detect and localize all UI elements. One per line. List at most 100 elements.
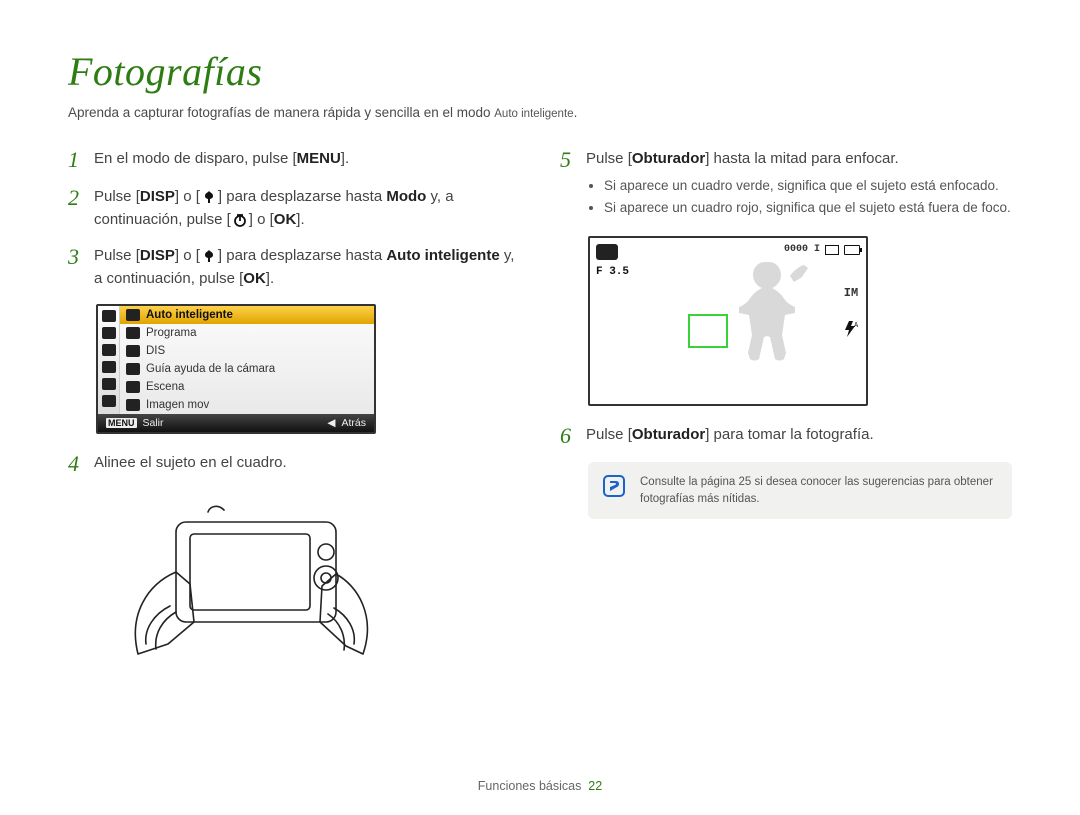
step-body: En el modo de disparo, pulse [MENU]. <box>94 148 520 172</box>
menu-button-label: MENU <box>297 150 341 167</box>
menu-list: Auto inteligente Programa DIS Guía ayuda… <box>120 306 374 414</box>
menu-item-icon <box>126 399 140 411</box>
menu-item: Programa <box>120 324 374 342</box>
timer-icon <box>231 213 249 227</box>
ok-button-label: OK <box>274 211 297 228</box>
memory-icon <box>825 245 839 255</box>
menu-footer-left: MENU Salir <box>106 417 164 429</box>
disp-button-label: DISP <box>140 247 175 264</box>
step-body: Pulse [DISP] o [] para desplazarse hasta… <box>94 245 520 290</box>
menu-footer: MENU Salir ◀ Atrás <box>98 414 374 432</box>
mode-icon <box>596 244 618 260</box>
footer-section: Funciones básicas <box>478 779 582 793</box>
content-columns: 1 En el modo de disparo, pulse [MENU]. 2… <box>68 148 1012 669</box>
macro-icon <box>200 249 218 263</box>
tip-note: Consulte la página 25 si desea conocer l… <box>588 462 1012 518</box>
step-text: ] o [ <box>175 188 200 205</box>
step-text: ] o [ <box>175 247 200 264</box>
step-number: 5 <box>560 148 586 222</box>
step-text: ] o [ <box>249 211 274 228</box>
bullet: Si aparece un cuadro verde, significa qu… <box>604 177 1012 196</box>
step-4: 4 Alinee el sujeto en el cuadro. <box>68 452 520 476</box>
menu-category-icons <box>98 306 120 414</box>
info-icon <box>602 474 626 498</box>
counter-value: 0000 I <box>784 244 820 255</box>
step-text: En el modo de disparo, pulse [ <box>94 150 297 167</box>
camera-hands-illustration <box>98 494 520 669</box>
menu-item-icon <box>126 309 140 321</box>
person-silhouette <box>720 256 810 396</box>
step-2: 2 Pulse [DISP] o [] para desplazarse has… <box>68 186 520 231</box>
flash-auto-icon: A <box>842 320 860 338</box>
menu-footer-right: ◀ Atrás <box>327 417 366 429</box>
menu-category-icon <box>102 378 116 390</box>
bullet: Si aparece un cuadro rojo, significa que… <box>604 199 1012 218</box>
menu-category-icon <box>102 395 116 407</box>
footer-page-number: 22 <box>588 779 602 793</box>
step-body: Pulse [Obturador] para tomar la fotograf… <box>586 424 1012 448</box>
menu-category-icon <box>102 310 116 322</box>
bold-auto-inteligente: Auto inteligente <box>386 247 499 264</box>
svg-text:A: A <box>854 321 859 329</box>
step-number: 2 <box>68 186 94 231</box>
step-number: 6 <box>560 424 586 448</box>
menu-item: Imagen mov <box>120 396 374 414</box>
macro-icon <box>200 190 218 204</box>
step-5-bullets: Si aparece un cuadro verde, significa qu… <box>586 177 1012 219</box>
menu-item: Guía ayuda de la cámara <box>120 360 374 378</box>
step-text: ]. <box>266 270 274 287</box>
mode-menu-screenshot: Auto inteligente Programa DIS Guía ayuda… <box>96 304 376 434</box>
menu-footer-exit: Salir <box>143 417 164 429</box>
step-body: Pulse [Obturador] hasta la mitad para en… <box>586 148 1012 222</box>
note-text: Consulte la página 25 si desea conocer l… <box>640 474 998 506</box>
step-6: 6 Pulse [Obturador] para tomar la fotogr… <box>560 424 1012 448</box>
menu-footer-tag: MENU <box>106 418 137 428</box>
menu-item-icon <box>126 363 140 375</box>
left-column: 1 En el modo de disparo, pulse [MENU]. 2… <box>68 148 520 669</box>
ok-button-label: OK <box>243 270 266 287</box>
step-number: 1 <box>68 148 94 172</box>
top-right-status: 0000 I <box>784 244 860 255</box>
menu-item: DIS <box>120 342 374 360</box>
focus-indicator-box <box>688 314 728 348</box>
step-text: Pulse [ <box>586 150 632 167</box>
menu-category-icon <box>102 344 116 356</box>
menu-item-label: Programa <box>146 327 197 339</box>
page-title: Fotografías <box>68 48 1012 95</box>
page: Fotografías Aprenda a capturar fotografí… <box>0 0 1080 709</box>
menu-category-icon <box>102 361 116 373</box>
step-body: Alinee el sujeto en el cuadro. <box>94 452 520 476</box>
right-column: 5 Pulse [Obturador] hasta la mitad para … <box>560 148 1012 669</box>
shutter-label: Obturador <box>632 426 705 443</box>
step-text: ]. <box>296 211 304 228</box>
intro-before: Aprenda a capturar fotografías de manera… <box>68 105 494 120</box>
step-3: 3 Pulse [DISP] o [] para desplazarse has… <box>68 245 520 290</box>
menu-item-label: Auto inteligente <box>146 309 233 321</box>
step-text: Pulse [ <box>586 426 632 443</box>
step-body: Pulse [DISP] o [] para desplazarse hasta… <box>94 186 520 231</box>
right-side-status: IM A <box>842 286 860 338</box>
intro-after: . <box>574 105 578 120</box>
menu-item-label: Imagen mov <box>146 399 209 411</box>
intro-mode: Auto inteligente <box>494 108 573 120</box>
menu-item: Escena <box>120 378 374 396</box>
image-size-label: IM <box>844 286 858 300</box>
step-text: ] hasta la mitad para enfocar. <box>705 150 898 167</box>
menu-body: Auto inteligente Programa DIS Guía ayuda… <box>98 306 374 414</box>
page-footer: Funciones básicas 22 <box>0 779 1080 793</box>
menu-footer-back: Atrás <box>341 417 366 429</box>
menu-item-label: Escena <box>146 381 184 393</box>
step-5: 5 Pulse [Obturador] hasta la mitad para … <box>560 148 1012 222</box>
bold-modo: Modo <box>386 188 426 205</box>
back-arrow-icon: ◀ <box>327 417 335 429</box>
focus-preview-screenshot: F 3.5 0000 I IM A <box>588 236 868 406</box>
menu-item-icon <box>126 345 140 357</box>
step-text: ] para tomar la fotografía. <box>705 426 873 443</box>
menu-item-selected: Auto inteligente <box>120 306 374 324</box>
step-text: Pulse [ <box>94 188 140 205</box>
step-number: 4 <box>68 452 94 476</box>
disp-button-label: DISP <box>140 188 175 205</box>
step-number: 3 <box>68 245 94 290</box>
battery-icon <box>844 245 860 255</box>
step-1: 1 En el modo de disparo, pulse [MENU]. <box>68 148 520 172</box>
